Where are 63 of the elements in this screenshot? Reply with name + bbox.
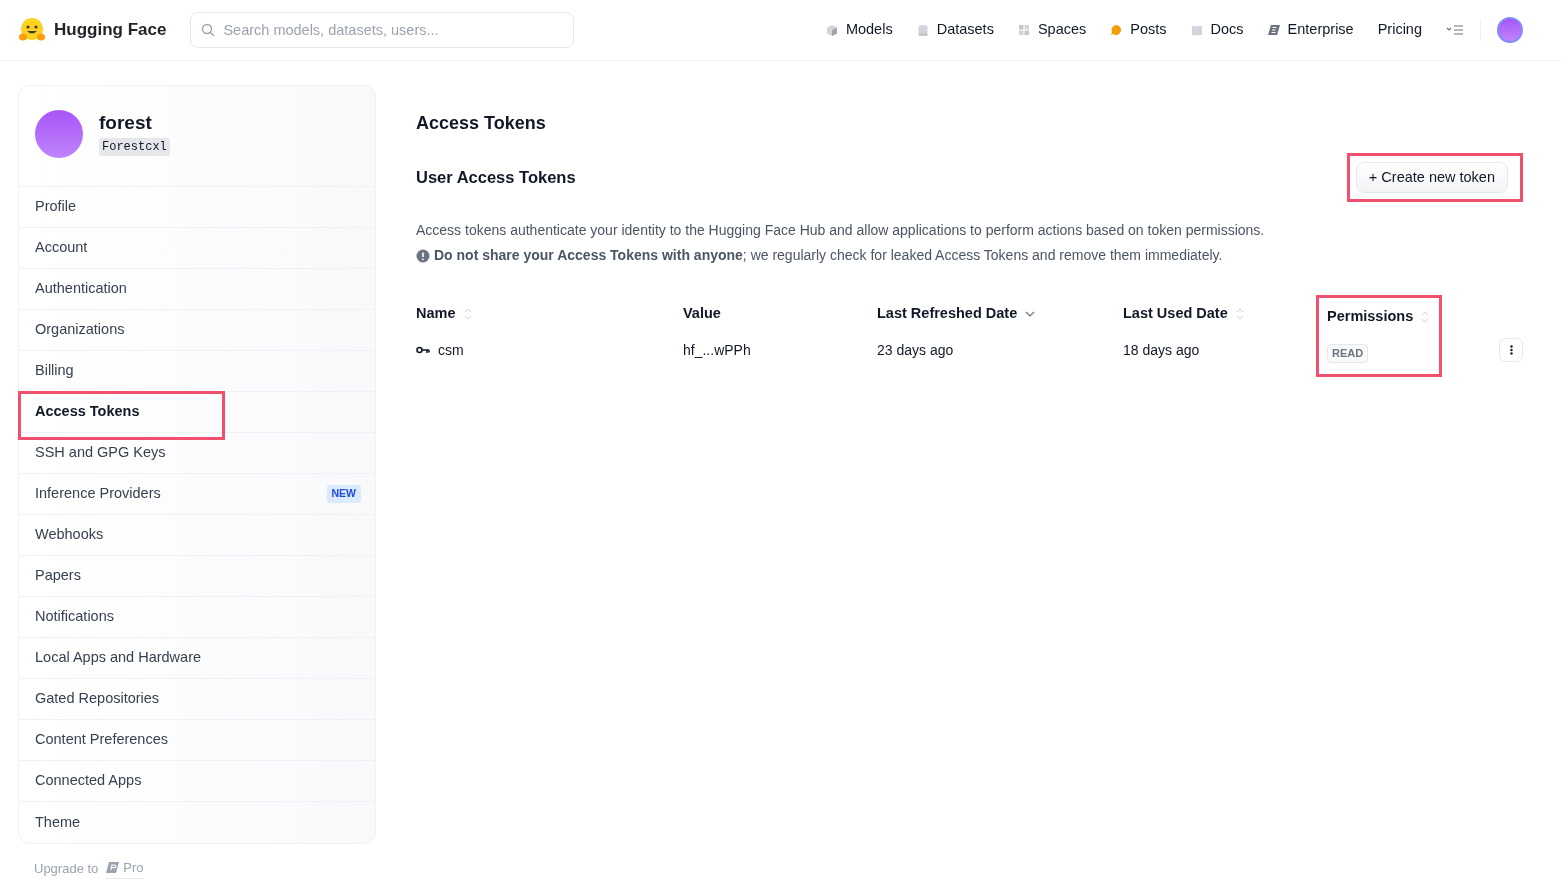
sidebar-item[interactable]: Profile [19, 187, 375, 228]
brand-name[interactable]: Hugging Face [54, 17, 167, 43]
sidebar-item[interactable]: Theme [19, 802, 375, 843]
sidebar-item[interactable]: Content Preferences [19, 720, 375, 761]
grid-icon [1017, 24, 1030, 36]
sidebar-item[interactable]: Notifications [19, 597, 375, 638]
key-icon [416, 346, 430, 355]
column-header: Last Used Date [1123, 304, 1228, 324]
sort-icon [463, 307, 472, 322]
new-badge: NEW [326, 485, 361, 503]
search-icon [201, 23, 216, 37]
search-field[interactable]: Search models, datasets, users... [190, 12, 575, 48]
book-icon [1190, 24, 1203, 36]
sort-descending-icon [1025, 310, 1036, 319]
upgrade-text: Upgrade to [34, 859, 99, 878]
nav-link[interactable]: Posts [1110, 19, 1167, 41]
nav-link[interactable]: Docs [1190, 19, 1244, 41]
column-header: Permissions [1327, 307, 1414, 327]
table-cell-text: hf_...wPPh [683, 340, 751, 360]
section-title: User Access Tokens [416, 167, 576, 188]
sidebar-item[interactable]: SSH and GPG Keys [19, 433, 375, 474]
profile-name: forest [99, 111, 152, 135]
nav-link[interactable]: Datasets [916, 19, 994, 41]
nav-link[interactable]: Pricing [1377, 19, 1422, 41]
sidebar-item[interactable]: Authentication [19, 269, 375, 310]
username-tag: Forestcxl [99, 138, 170, 157]
description-text: Access tokens authenticate your identity to the Hugging Face Hub and allow applications to perform actions based on token permissions. [416, 221, 1266, 241]
permission-badge: READ [1327, 344, 1369, 363]
menu-icon[interactable] [1446, 25, 1464, 35]
sidebar-item[interactable]: Local Apps and Hardware [19, 638, 375, 679]
sidebar-item[interactable]: Inference Providers NEW [19, 474, 375, 515]
nav-link[interactable]: Models [825, 19, 893, 41]
vertical-dots-icon [1509, 345, 1513, 356]
create-token-button[interactable]: + Create new token [1355, 161, 1508, 194]
sidebar-item[interactable]: Gated Repositories [19, 679, 375, 720]
nav-link[interactable]: Enterprise [1267, 19, 1354, 41]
sidebar-item[interactable]: Webhooks [19, 515, 375, 556]
sidebar-item[interactable]: Connected Apps [19, 761, 375, 802]
sidebar-item[interactable]: Access Tokens [19, 392, 375, 433]
warning-text: Do not share your Access Tokens with anyone; we regularly check for leaked Access Tokens and remove them immediately. [434, 246, 1223, 266]
sidebar-item[interactable]: Papers [19, 556, 375, 597]
sidebar-item[interactable]: Account [19, 228, 375, 269]
profile-avatar [35, 110, 83, 158]
column-header: Name [416, 304, 456, 324]
more-options-button[interactable] [1499, 338, 1523, 363]
table-cell-text: 23 days ago [877, 340, 954, 360]
column-header: Value [683, 304, 721, 324]
table-cell-text: 18 days ago [1123, 340, 1200, 360]
sidebar-item[interactable]: Organizations [19, 310, 375, 351]
sort-icon [1235, 307, 1244, 322]
chat-bubble-icon [1110, 24, 1123, 36]
page-title: Access Tokens [416, 113, 547, 135]
sort-icon [1421, 310, 1430, 325]
nav-link[interactable]: Spaces [1017, 19, 1087, 41]
sidebar-item[interactable]: Billing [19, 351, 375, 392]
enterprise-icon [1267, 24, 1280, 36]
database-icon [916, 24, 929, 36]
column-header: Last Refreshed Date [877, 304, 1018, 324]
cube-icon [825, 24, 838, 36]
user-avatar[interactable] [1497, 17, 1523, 43]
warning-icon [416, 248, 430, 263]
pro-badge-icon [106, 862, 120, 874]
table-cell-text: csm [438, 340, 464, 360]
